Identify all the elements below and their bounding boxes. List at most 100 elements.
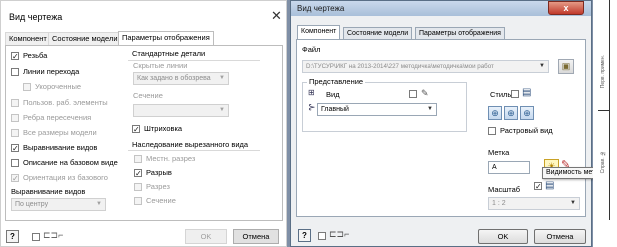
chevron-down-icon: ▼ <box>219 75 225 81</box>
checkbox-label: Резьба <box>23 51 48 60</box>
scale-label: Масштаб <box>488 185 521 194</box>
chevron-down-icon: ▼ <box>570 200 576 206</box>
select-value: Главный <box>321 106 349 113</box>
tab-model-state[interactable]: Состояние модели <box>48 32 122 45</box>
view-alignment-select[interactable]: По центру ▼ <box>11 198 106 211</box>
hidden-lines-select[interactable]: Как задано в обозрева ▼ <box>133 72 229 85</box>
select-value: По центру <box>15 201 49 208</box>
checkbox-label: Разрез <box>146 182 170 191</box>
checkbox-label: Местн. разрез <box>146 154 196 163</box>
checkbox-label: Все размеры модели <box>23 128 97 137</box>
select-value: D:\ТУСУР\ИКГ на 2013-2014\227 методичка\… <box>306 63 494 70</box>
dialog-title: Вид чертежа <box>297 4 345 13</box>
checkbox-label: Штриховка <box>144 124 183 133</box>
user-work-features-checkbox[interactable] <box>11 99 19 107</box>
inherit-cut-view-label: Наследование вырезанного вида <box>132 140 249 149</box>
scale-checkbox[interactable]: ✓ <box>534 182 542 191</box>
view-select[interactable]: Главный ▼ <box>317 103 437 116</box>
standard-parts-group-label: Стандартные детали <box>132 49 206 58</box>
hidden-line-icon[interactable]: ⊕ <box>488 106 502 120</box>
tab-model-state[interactable]: Состояние модели <box>343 27 413 39</box>
close-button[interactable]: x <box>548 1 584 15</box>
file-label: Файл <box>302 45 321 54</box>
ok-button[interactable]: OK <box>185 229 227 244</box>
chevron-down-icon: ▼ <box>539 63 545 69</box>
preview-checkbox[interactable] <box>32 233 40 241</box>
raster-view-checkbox[interactable] <box>488 127 496 135</box>
checkbox-label: Пользов. раб. элементы <box>23 98 108 107</box>
section-label: Сечение <box>133 91 163 100</box>
chevron-down-icon: ▼ <box>96 201 102 207</box>
base-view-description-checkbox[interactable] <box>11 159 19 167</box>
tab-component[interactable]: Компонент <box>5 32 51 45</box>
view-tree-icon: ⊞ <box>308 88 315 97</box>
tangent-edges-checkbox[interactable] <box>11 68 19 76</box>
group-divider <box>128 150 260 151</box>
dialog-title: Вид чертежа <box>9 12 63 22</box>
scale-select[interactable]: 1 : 2 ▼ <box>488 197 580 210</box>
preview-icon: ⊏⊐⌐ <box>329 229 350 239</box>
hidden-lines-label: Скрытые линии <box>133 61 188 70</box>
interference-edges-checkbox[interactable] <box>11 114 19 122</box>
chevron-down-icon: ▼ <box>427 106 433 112</box>
checkbox-label: Ребра пересечения <box>23 113 92 122</box>
representation-label: Представление <box>307 77 366 86</box>
file-path-select[interactable]: D:\ТУСУР\ИКГ на 2013-2014\227 методичка\… <box>302 60 549 73</box>
view-alignment-label: Выравнивание видов <box>11 187 86 196</box>
help-icon[interactable]: ? <box>6 230 19 243</box>
checkbox-label: Сечение <box>146 196 176 205</box>
tab-display-options[interactable]: Параметры отображения <box>118 31 214 46</box>
break-checkbox[interactable]: ✓ <box>134 169 142 178</box>
all-model-dimensions-checkbox[interactable] <box>11 129 19 137</box>
checkbox-label: Линии перехода <box>23 67 80 76</box>
section-cut-checkbox[interactable] <box>134 183 142 191</box>
view-checkbox[interactable] <box>409 90 417 98</box>
checkbox-label: Описание на базовом виде <box>23 158 118 167</box>
ref-number-text: Справ. № <box>600 150 606 174</box>
cancel-button[interactable]: Отмена <box>233 229 279 244</box>
help-icon[interactable]: ? <box>298 229 311 242</box>
orientation-from-base-checkbox[interactable]: ✓ <box>11 174 19 183</box>
tab-component[interactable]: Компонент <box>297 25 341 40</box>
hidden-line-removed-icon[interactable]: ⊕ <box>504 106 518 120</box>
thread-checkbox[interactable]: ✓ <box>11 52 19 61</box>
tab-display-options[interactable]: Параметры отображения <box>415 27 505 39</box>
section-select[interactable]: ▼ <box>133 104 229 117</box>
break-out-checkbox[interactable] <box>134 155 142 163</box>
mark-field[interactable]: A <box>488 161 530 174</box>
drawing-view-dialog-classic: Вид чертежа x Компонент Состояние модели… <box>290 0 607 247</box>
scale-style-icon[interactable]: ▤ <box>545 180 554 191</box>
view-alignment-checkbox[interactable]: ✓ <box>11 144 19 153</box>
raster-view-label: Растровый вид <box>500 126 553 135</box>
foreshortened-checkbox[interactable] <box>23 83 31 91</box>
slice-checkbox[interactable] <box>134 197 142 205</box>
ok-button[interactable]: OK <box>478 229 528 244</box>
mark-label: Метка <box>488 148 510 157</box>
style-label: Стиль <box>490 90 512 99</box>
display-options-panel: ✓ Резьба Линии перехода Укороченные Поль… <box>5 45 283 221</box>
hierarchy-icon: ⊱ <box>308 102 316 112</box>
style-edit-icon[interactable]: ▤ <box>522 87 531 98</box>
checkbox-label: Укороченные <box>35 82 82 91</box>
frame-line <box>598 110 610 111</box>
checkbox-label: Разрыв <box>146 168 172 177</box>
drawing-sheet-edge: Перв. примен. Справ. № <box>593 0 617 247</box>
pencil-icon[interactable]: ✎ <box>421 88 429 99</box>
preview-icon: ⊏⊐⌐ <box>43 230 64 240</box>
drawing-view-dialog-light: Вид чертежа ✕ Компонент Состояние модели… <box>0 0 287 247</box>
select-value: 1 : 2 <box>492 200 506 207</box>
preview-checkbox[interactable] <box>318 232 326 240</box>
hatching-checkbox[interactable]: ✓ <box>132 125 140 134</box>
close-icon[interactable]: ✕ <box>271 8 282 24</box>
chevron-down-icon: ▼ <box>219 107 225 113</box>
open-folder-icon[interactable]: ▣ <box>558 59 574 74</box>
component-panel: Файл D:\ТУСУР\ИКГ на 2013-2014\227 метод… <box>296 39 607 217</box>
view-label: Вид <box>326 90 340 99</box>
checkbox-label: Ориентация из базового <box>23 173 108 182</box>
checkbox-label: Выравнивание видов <box>23 143 98 152</box>
first-use-text: Перв. примен. <box>600 55 606 89</box>
cancel-button[interactable]: Отмена <box>534 229 586 244</box>
style-checkbox[interactable] <box>511 90 519 98</box>
select-value: Как задано в обозрева <box>137 75 211 82</box>
shaded-icon[interactable]: ⊕ <box>520 106 534 120</box>
